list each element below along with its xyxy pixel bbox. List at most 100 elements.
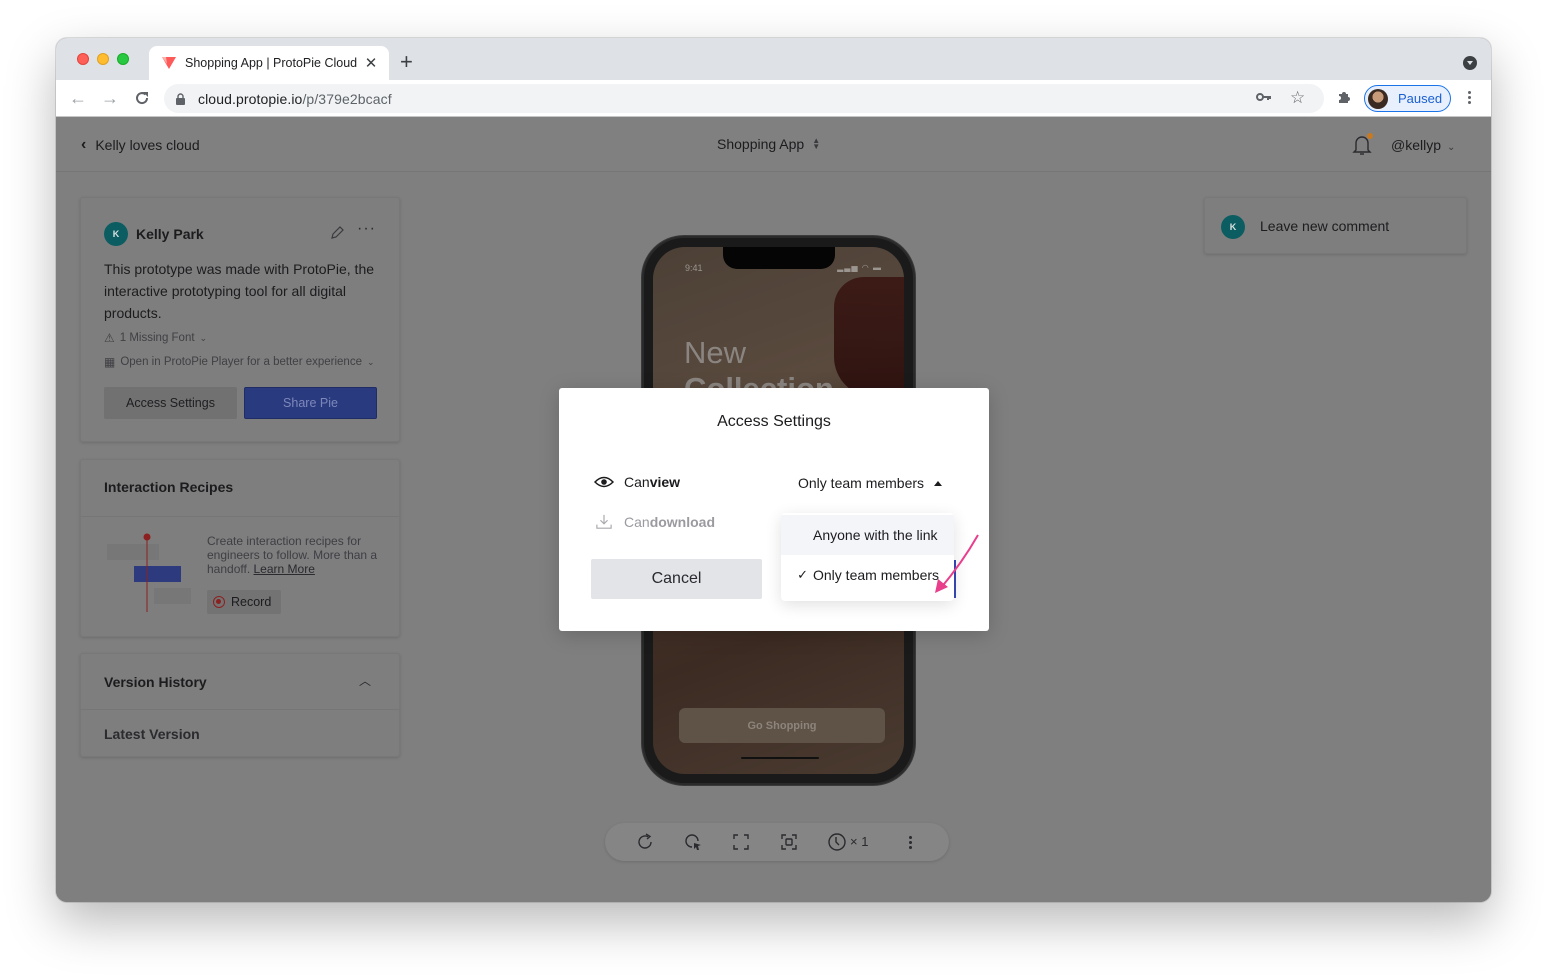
browser-tab[interactable]: Shopping App | ProtoPie Cloud ✕	[149, 46, 389, 80]
latest-version-item[interactable]: Latest Version	[104, 726, 200, 742]
restart-icon[interactable]	[635, 832, 655, 852]
leave-comment-card[interactable]: K Leave new comment	[1204, 197, 1467, 254]
address-bar[interactable]: cloud.protopie.io/p/379e2bcacf ☆	[164, 84, 1324, 113]
project-title: Shopping App	[717, 136, 805, 152]
commenter-avatar: K	[1221, 215, 1245, 239]
view-permission-row: Can view	[594, 474, 680, 490]
chevron-down-icon: ⌄	[366, 356, 375, 367]
eye-icon	[594, 476, 614, 488]
back-link[interactable]: ‹ Kelly loves cloud	[81, 136, 200, 154]
author-avatar: K	[104, 222, 128, 246]
notification-dot	[1367, 133, 1373, 139]
protopie-logo-icon	[162, 57, 176, 69]
download-permission-row: Can download	[594, 514, 715, 530]
star-icon[interactable]: ☆	[1290, 88, 1305, 108]
tab-strip: Shopping App | ProtoPie Cloud ✕ +	[56, 38, 1491, 80]
forward-arrow-icon[interactable]: →	[100, 88, 120, 108]
divider	[81, 709, 399, 710]
divider	[81, 516, 399, 517]
record-button[interactable]: Record	[207, 590, 281, 614]
user-menu[interactable]: @kellyp ⌄	[1391, 137, 1455, 153]
extensions-icon[interactable]	[1336, 89, 1352, 109]
back-link-label: Kelly loves cloud	[95, 137, 200, 153]
view-prefix: Can	[624, 474, 650, 490]
warning-icon: ⚠	[104, 331, 115, 345]
browser-menu-icon[interactable]	[1464, 89, 1474, 106]
chevron-left-icon: ‹	[81, 136, 87, 153]
browser-window: Shopping App | ProtoPie Cloud ✕ + ← → cl…	[56, 38, 1491, 902]
screen-photo-accent	[834, 277, 904, 397]
download-label: download	[649, 514, 716, 530]
learn-more-link[interactable]: Learn More	[254, 562, 315, 576]
missing-font-label: 1 Missing Font	[119, 332, 195, 344]
save-button-edge[interactable]	[954, 560, 956, 598]
profile-status: Paused	[1398, 91, 1443, 106]
close-tab-icon[interactable]: ✕	[363, 54, 379, 72]
cancel-button[interactable]: Cancel	[591, 559, 762, 599]
option-label: Only team members	[813, 567, 940, 583]
minimize-window-button[interactable]	[97, 53, 109, 65]
status-icons: ▂▃▅ ◠ ▬	[837, 263, 882, 272]
option-label: Anyone with the link	[813, 527, 938, 543]
home-indicator	[741, 757, 819, 759]
url-text: cloud.protopie.io/p/379e2bcacf	[198, 90, 392, 107]
reload-icon[interactable]	[132, 88, 152, 108]
fullscreen-icon[interactable]	[731, 832, 751, 852]
option-only-team-members[interactable]: ✓ Only team members	[781, 555, 954, 595]
recipes-title: Interaction Recipes	[104, 479, 234, 495]
browser-toolbar: ← → cloud.protopie.io/p/379e2bcacf ☆ Pau…	[56, 80, 1491, 117]
recipes-description: Create interaction recipes for engineers…	[207, 534, 378, 576]
profile-avatar	[1368, 88, 1388, 109]
updown-chevron-icon: ▲ ▼	[812, 136, 821, 151]
hero-title-line1: New	[684, 335, 747, 370]
player-hint-toggle[interactable]: ▦ Open in ProtoPie Player for a better e…	[104, 355, 375, 369]
close-window-button[interactable]	[77, 53, 89, 65]
screenshot-icon[interactable]	[779, 832, 799, 852]
share-pie-button[interactable]: Share Pie	[244, 387, 377, 419]
qr-code-icon: ▦	[104, 355, 116, 369]
go-shopping-button[interactable]: Go Shopping	[679, 708, 885, 743]
view-access-select[interactable]: Only team members	[798, 475, 943, 491]
project-switcher[interactable]: Shopping App ▲ ▼	[717, 136, 820, 152]
leave-comment-label: Leave new comment	[1260, 218, 1390, 234]
option-anyone-with-link[interactable]: Anyone with the link	[781, 515, 954, 555]
missing-font-toggle[interactable]: ⚠ 1 Missing Font ⌄	[104, 331, 207, 345]
selected-access-value: Only team members	[798, 475, 925, 491]
version-history-title: Version History	[104, 674, 207, 690]
more-options-icon[interactable]: ···	[357, 221, 376, 237]
speed-label[interactable]: × 1	[850, 834, 868, 849]
more-controls-icon[interactable]	[905, 834, 915, 851]
access-settings-button[interactable]: Access Settings	[104, 387, 237, 419]
back-arrow-icon[interactable]: ←	[68, 88, 88, 108]
checkmark-icon: ✓	[797, 567, 808, 582]
notification-bell-icon[interactable]	[1352, 133, 1373, 156]
app-header: ‹ Kelly loves cloud Shopping App ▲ ▼ @kel…	[56, 117, 1491, 172]
username: @kellyp	[1391, 137, 1442, 153]
recipe-timeline-illustration	[107, 533, 191, 612]
interaction-recipes-card: Interaction Recipes Create interaction r…	[80, 459, 400, 637]
profile-button[interactable]: Paused	[1364, 85, 1451, 112]
prototype-description: This prototype was made with ProtoPie, t…	[104, 261, 375, 321]
chevron-down-icon: ⌄	[199, 332, 208, 343]
modal-title: Access Settings	[717, 413, 831, 430]
maximize-window-button[interactable]	[117, 53, 129, 65]
caret-up-icon	[934, 480, 943, 486]
key-icon[interactable]	[1256, 90, 1272, 107]
new-tab-button[interactable]: +	[400, 51, 413, 73]
download-icon	[596, 514, 612, 529]
access-options-dropdown: Anyone with the link ✓ Only team members	[781, 513, 954, 601]
status-time: 9:41	[685, 263, 703, 273]
player-hint-label: Open in ProtoPie Player for a better exp…	[120, 356, 362, 368]
record-icon	[213, 596, 225, 608]
speed-clock-icon[interactable]	[827, 832, 847, 852]
version-history-card: Version History ︿ Latest Version	[80, 653, 400, 757]
tab-title: Shopping App | ProtoPie Cloud	[185, 56, 358, 70]
app-area: ‹ Kelly loves cloud Shopping App ▲ ▼ @kel…	[56, 117, 1491, 902]
chevron-down-icon: ⌄	[1447, 142, 1456, 153]
record-label: Record	[231, 595, 272, 609]
hotspot-cursor-icon[interactable]	[683, 832, 703, 852]
tab-search-icon[interactable]	[1463, 56, 1477, 70]
chevron-up-icon[interactable]: ︿	[359, 672, 371, 689]
view-label: view	[649, 474, 681, 490]
edit-pencil-icon[interactable]	[329, 225, 345, 241]
